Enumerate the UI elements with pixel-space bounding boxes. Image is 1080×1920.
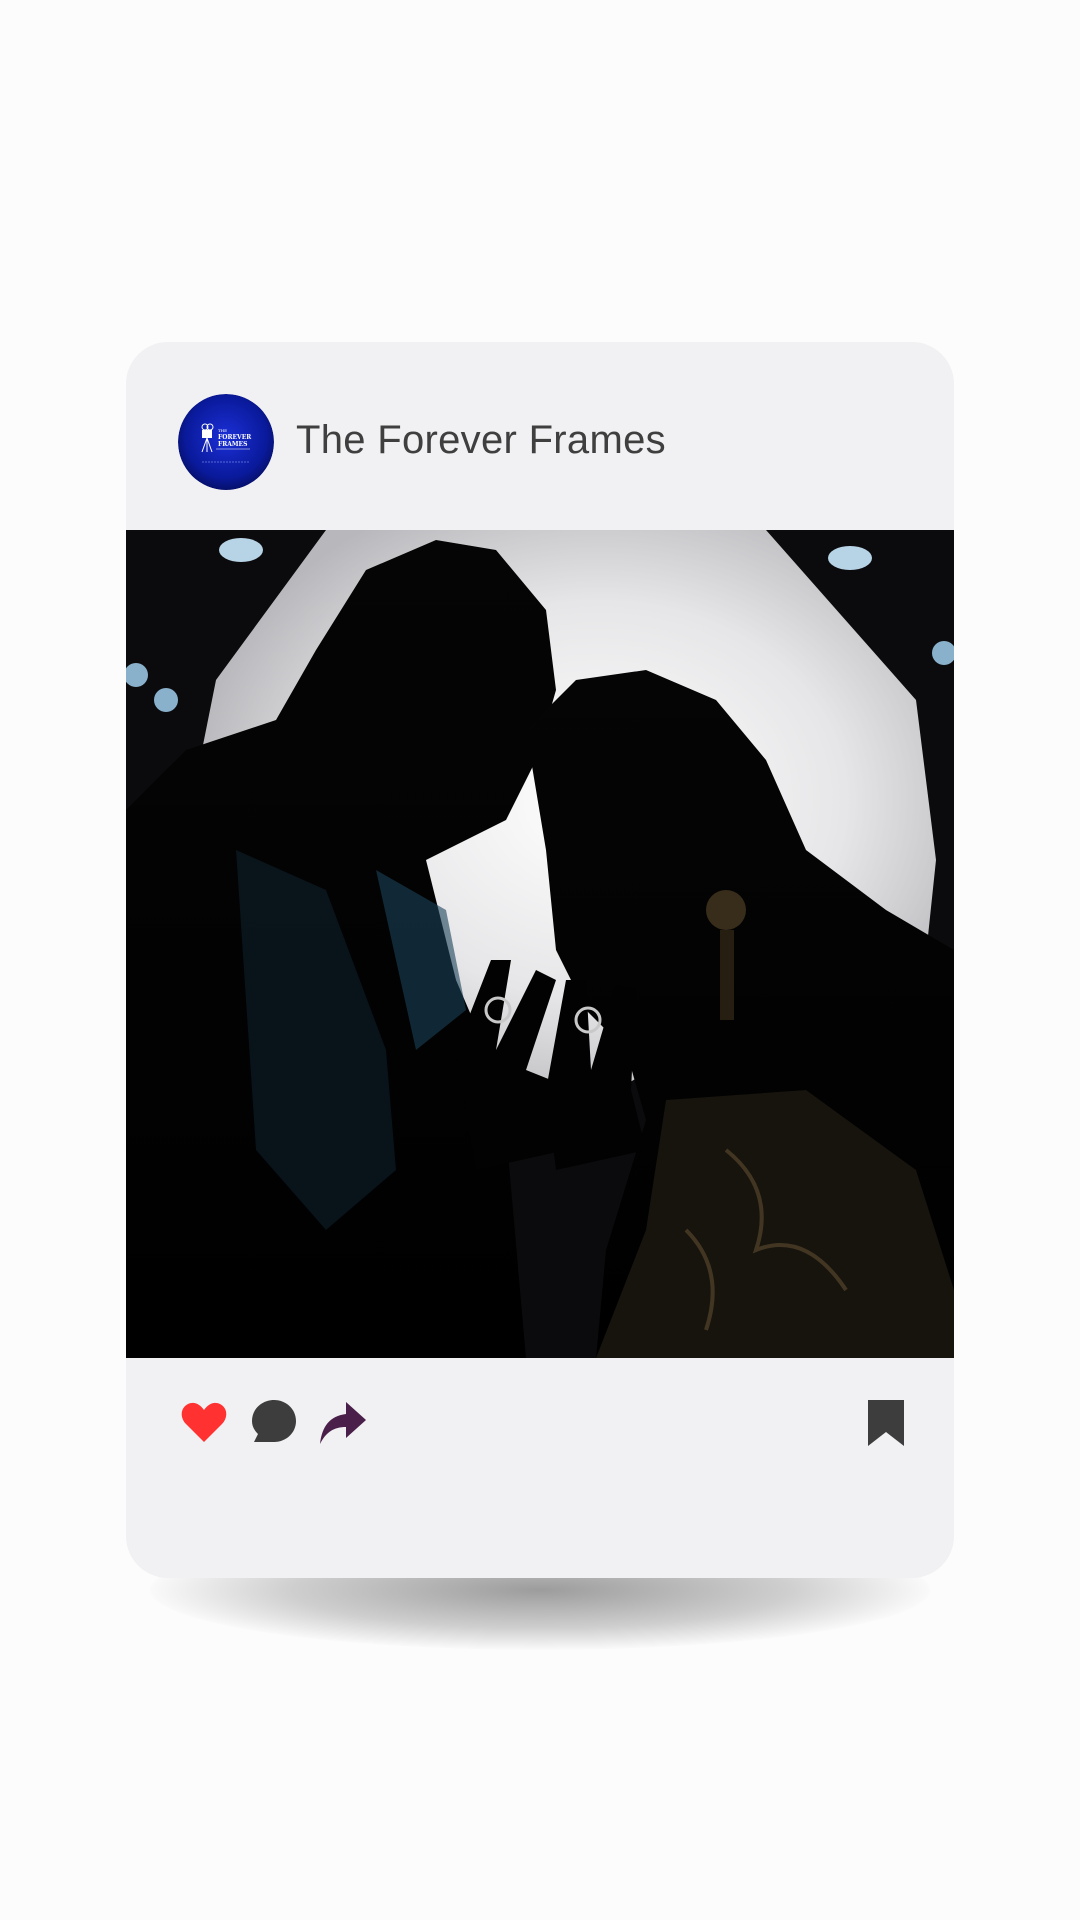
post-photo[interactable] bbox=[126, 530, 954, 1358]
camera-logo-icon: THE FOREVER FRAMES bbox=[178, 394, 274, 490]
post-card: THE FOREVER FRAMES The Forever Frames bbox=[126, 342, 954, 1578]
avatar[interactable]: THE FOREVER FRAMES bbox=[178, 394, 274, 490]
logo-text-line1: THE bbox=[218, 428, 227, 433]
bookmark-icon[interactable] bbox=[860, 1396, 912, 1448]
post-header: THE FOREVER FRAMES The Forever Frames bbox=[126, 342, 954, 530]
heart-icon[interactable] bbox=[178, 1396, 230, 1448]
logo-text-line3: FRAMES bbox=[218, 441, 247, 448]
comment-bubble-icon[interactable] bbox=[248, 1396, 300, 1448]
couple-silhouette-image bbox=[126, 530, 954, 1358]
logo-text-line2: FOREVER bbox=[218, 434, 252, 441]
username[interactable]: The Forever Frames bbox=[296, 418, 666, 463]
action-bar bbox=[126, 1358, 954, 1488]
page-canvas: THE FOREVER FRAMES The Forever Frames bbox=[0, 0, 1080, 1920]
share-arrow-icon[interactable] bbox=[316, 1396, 368, 1448]
